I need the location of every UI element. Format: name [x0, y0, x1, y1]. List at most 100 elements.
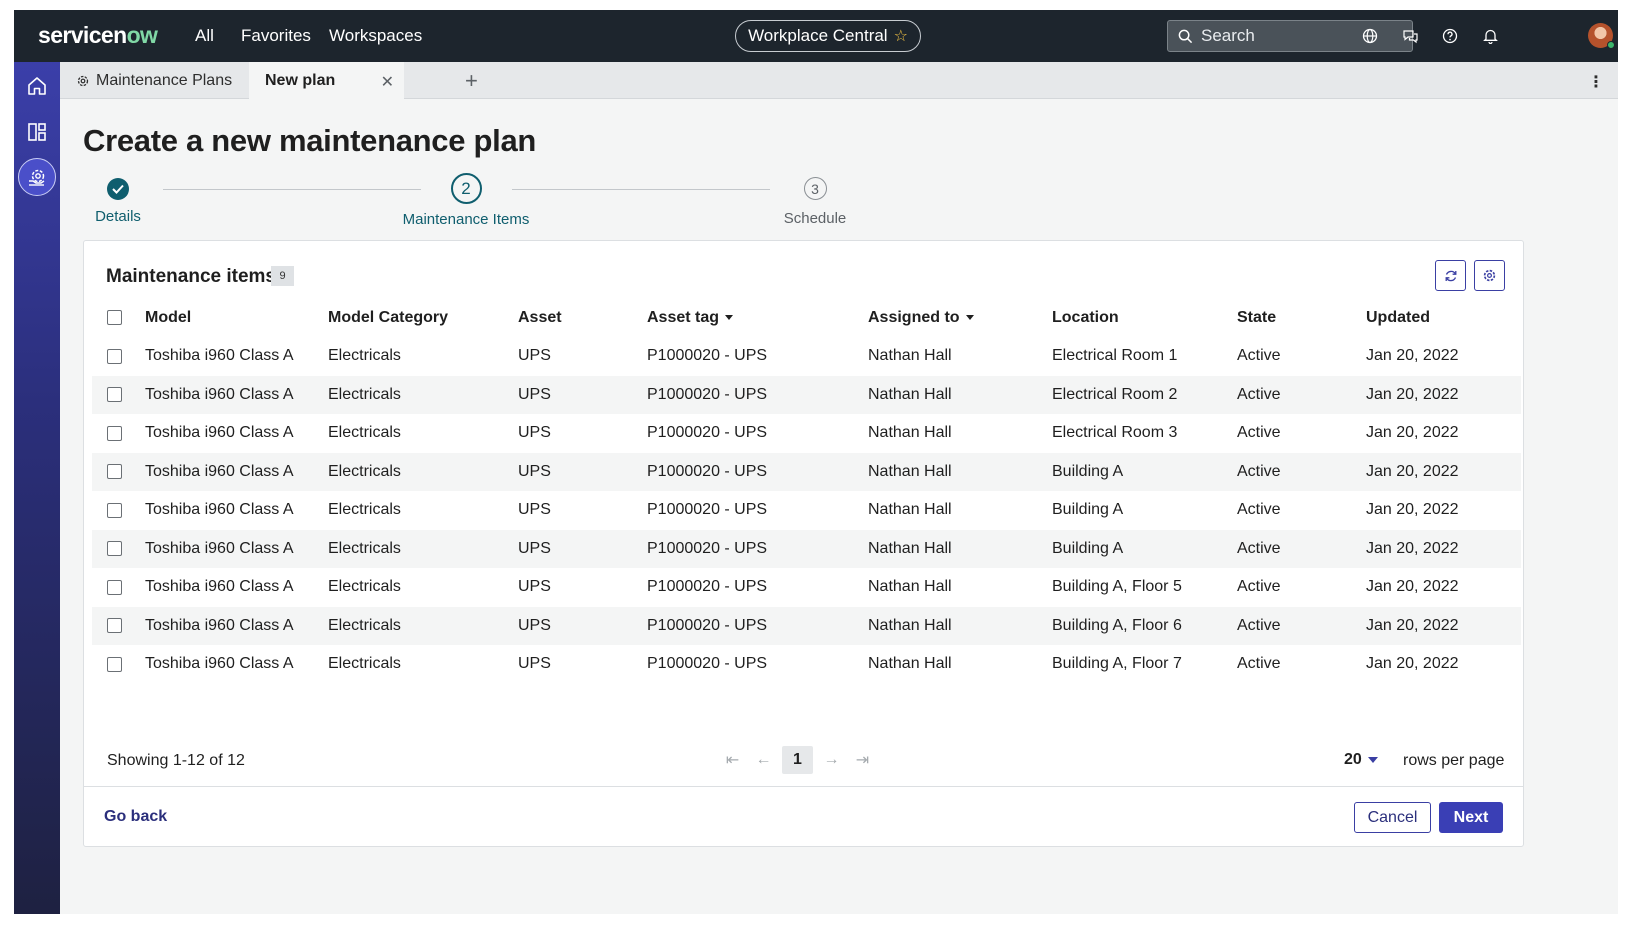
cell-asset-tag-link[interactable]: P1000020 - UPS — [647, 607, 868, 646]
workspace-layout-icon[interactable] — [21, 116, 53, 148]
cell-assigned-to-link[interactable]: Nathan Hall — [868, 414, 1052, 453]
chat-icon[interactable] — [1399, 25, 1421, 47]
row-checkbox[interactable] — [107, 348, 122, 364]
select-all-checkbox[interactable] — [107, 309, 122, 325]
help-icon[interactable] — [1439, 25, 1461, 47]
column-header-updated[interactable]: Updated — [1366, 298, 1521, 337]
cell-asset-tag-link[interactable]: P1000020 - UPS — [647, 337, 868, 376]
sort-caret-icon — [965, 314, 974, 320]
next-button[interactable]: Next — [1439, 802, 1503, 833]
current-page-button[interactable]: 1 — [782, 746, 813, 774]
cell-assigned-to-link[interactable]: Nathan Hall — [868, 568, 1052, 607]
go-back-link[interactable]: Go back — [104, 808, 167, 826]
cell-asset-tag-link[interactable]: P1000020 - UPS — [647, 568, 868, 607]
tab-maintenance-plans[interactable]: Maintenance Plans — [60, 62, 249, 99]
table-row[interactable]: Toshiba i960 Class A Electricals UPS P10000… — [92, 491, 1521, 530]
cell-asset-tag-link[interactable]: P1000020 - UPS — [647, 491, 868, 530]
row-checkbox[interactable] — [107, 387, 122, 403]
avatar[interactable] — [1588, 23, 1615, 49]
cell-assigned-to-link[interactable]: Nathan Hall — [868, 337, 1052, 376]
column-header-location[interactable]: Location — [1052, 298, 1237, 337]
step-number: 3 — [803, 177, 827, 200]
cell-assigned-to-link[interactable]: Nathan Hall — [868, 491, 1052, 530]
page-title: Create a new maintenance plan — [83, 123, 537, 158]
card-footer: Go back Cancel Next — [84, 786, 1523, 847]
table-row[interactable]: Toshiba i960 Class A Electricals UPS P10000… — [92, 452, 1521, 492]
settings-button[interactable] — [1474, 260, 1505, 291]
cell-asset-tag-link[interactable]: P1000020 - UPS — [647, 530, 868, 569]
home-icon[interactable] — [21, 70, 53, 102]
cell-asset-tag-link[interactable]: P1000020 - UPS — [647, 414, 868, 453]
cell-updated: Jan 20, 2022 — [1366, 539, 1459, 557]
tab-new-plan[interactable]: New plan ✕ — [249, 62, 404, 100]
cell-assigned-to-link[interactable]: Nathan Hall — [868, 530, 1052, 569]
cell-model-link[interactable]: Toshiba i960 Class A — [145, 530, 328, 569]
column-header-model-category[interactable]: Model Category — [328, 298, 518, 337]
cell-model-link[interactable]: Toshiba i960 Class A — [145, 337, 328, 376]
row-checkbox[interactable] — [107, 618, 122, 634]
column-header-state[interactable]: State — [1237, 298, 1366, 337]
cell-updated: Jan 20, 2022 — [1366, 385, 1459, 403]
cell-model-link[interactable]: Toshiba i960 Class A — [145, 645, 328, 684]
table-row[interactable]: Toshiba i960 Class A Electricals UPS P10000… — [92, 606, 1521, 646]
cell-model-link[interactable]: Toshiba i960 Class A — [145, 568, 328, 607]
cell-assigned-to-link[interactable]: Nathan Hall — [868, 376, 1052, 415]
row-checkbox[interactable] — [107, 425, 122, 441]
step-details[interactable]: Details — [83, 173, 153, 225]
cell-model-link[interactable]: Toshiba i960 Class A — [145, 607, 328, 646]
table-row[interactable]: Toshiba i960 Class A Electricals UPS P10000… — [92, 645, 1521, 684]
cell-asset-tag-link[interactable]: P1000020 - UPS — [647, 453, 868, 492]
table-row[interactable]: Toshiba i960 Class A Electricals UPS P10000… — [92, 375, 1521, 415]
cell-model-link[interactable]: Toshiba i960 Class A — [145, 376, 328, 415]
next-page-icon[interactable]: → — [819, 746, 844, 774]
refresh-button[interactable] — [1435, 260, 1466, 291]
cell-model-link[interactable]: Toshiba i960 Class A — [145, 491, 328, 530]
column-header-model[interactable]: Model — [145, 298, 328, 337]
first-page-icon[interactable]: ⇤ — [720, 746, 745, 774]
table-row[interactable]: Toshiba i960 Class A Electricals UPS P10000… — [92, 568, 1521, 607]
cell-updated: Jan 20, 2022 — [1366, 616, 1459, 634]
table-row[interactable]: Toshiba i960 Class A Electricals UPS P10000… — [92, 529, 1521, 569]
cancel-button[interactable]: Cancel — [1354, 802, 1431, 833]
last-page-icon[interactable]: ⇥ — [850, 746, 875, 774]
previous-page-icon[interactable]: ← — [751, 746, 776, 774]
maintenance-gear-icon[interactable] — [18, 158, 56, 196]
nav-all[interactable]: All — [195, 26, 214, 46]
cell-location: Building A, Floor 5 — [1052, 578, 1182, 596]
more-options-icon[interactable]: ⋮ — [1588, 72, 1604, 92]
row-checkbox[interactable] — [107, 656, 122, 672]
search-icon — [1178, 29, 1193, 43]
row-checkbox[interactable] — [107, 579, 122, 595]
add-tab-icon[interactable]: + — [465, 68, 478, 94]
cell-model-category: Electricals — [328, 578, 401, 596]
cell-model-link[interactable]: Toshiba i960 Class A — [145, 453, 328, 492]
close-icon[interactable]: ✕ — [381, 72, 394, 92]
cell-asset-tag-link[interactable]: P1000020 - UPS — [647, 376, 868, 415]
table-row[interactable]: Toshiba i960 Class A Electricals UPS P10000… — [92, 337, 1521, 376]
workspace-pill[interactable]: Workplace Central ☆ — [735, 20, 921, 52]
row-checkbox[interactable] — [107, 541, 122, 557]
column-header-assigned-to[interactable]: Assigned to — [868, 298, 1052, 337]
cell-updated: Jan 20, 2022 — [1366, 501, 1459, 519]
row-checkbox[interactable] — [107, 502, 122, 518]
cell-assigned-to-link[interactable]: Nathan Hall — [868, 645, 1052, 684]
servicenow-logo[interactable]: servicenow — [38, 22, 158, 49]
globe-icon[interactable] — [1359, 25, 1381, 47]
column-header-asset-tag[interactable]: Asset tag — [647, 298, 868, 337]
rows-per-page-select[interactable]: 20 — [1344, 751, 1378, 769]
tabs-bar: Maintenance Plans New plan ✕ + ⋮ — [60, 62, 1618, 100]
nav-favorites[interactable]: Favorites — [241, 26, 311, 46]
cell-assigned-to-link[interactable]: Nathan Hall — [868, 607, 1052, 646]
column-header-asset[interactable]: Asset — [518, 298, 647, 337]
table-row[interactable]: Toshiba i960 Class A Electricals UPS P10000… — [92, 414, 1521, 453]
step-schedule[interactable]: 3 Schedule — [775, 173, 855, 227]
cell-asset-tag-link[interactable]: P1000020 - UPS — [647, 645, 868, 684]
rows-per-page-label: rows per page — [1403, 752, 1505, 769]
star-icon[interactable]: ☆ — [894, 26, 908, 46]
row-checkbox[interactable] — [107, 464, 122, 480]
step-maintenance-items[interactable]: 2 Maintenance Items — [395, 173, 537, 228]
bell-icon[interactable] — [1479, 25, 1501, 47]
cell-assigned-to-link[interactable]: Nathan Hall — [868, 453, 1052, 492]
nav-workspaces[interactable]: Workspaces — [329, 26, 422, 46]
cell-model-link[interactable]: Toshiba i960 Class A — [145, 414, 328, 453]
